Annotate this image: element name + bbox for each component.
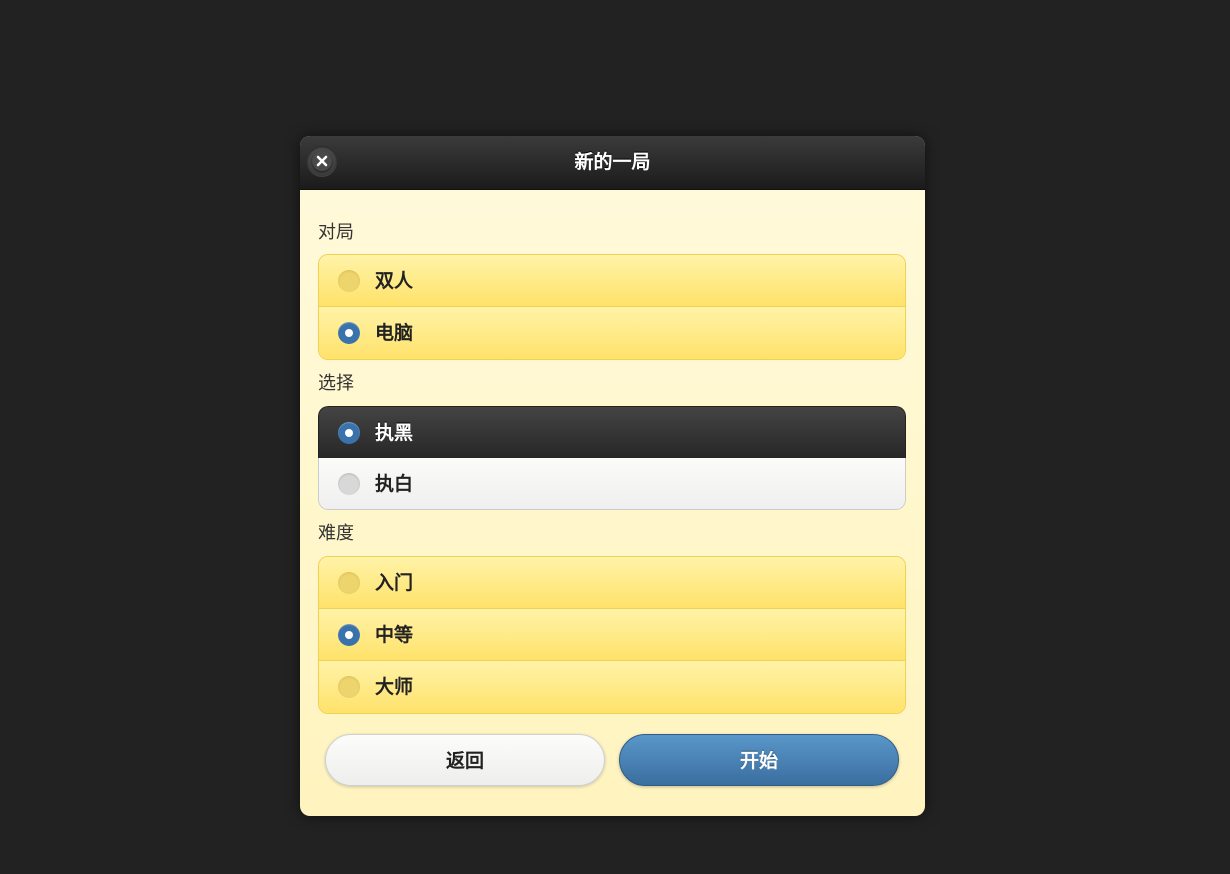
mode-section-label: 对局 bbox=[318, 222, 354, 243]
mode-option-label: 电脑 bbox=[375, 322, 414, 344]
side-option-black[interactable]: 执黑 bbox=[318, 406, 906, 458]
side-option-label: 执黑 bbox=[375, 422, 414, 444]
difficulty-radio-group: 入门 中等 大师 bbox=[318, 556, 906, 714]
radio-unchecked-icon bbox=[338, 473, 360, 495]
radio-unchecked-icon bbox=[338, 270, 360, 292]
mode-option-computer[interactable]: 电脑 bbox=[319, 307, 905, 359]
dialog-header: 新的一局 bbox=[300, 136, 925, 190]
mode-option-two-player[interactable]: 双人 bbox=[319, 255, 905, 307]
difficulty-option-label: 中等 bbox=[375, 624, 414, 646]
difficulty-option-beginner[interactable]: 入门 bbox=[319, 557, 905, 609]
close-button[interactable] bbox=[307, 146, 337, 176]
difficulty-option-label: 大师 bbox=[375, 676, 414, 698]
radio-unchecked-icon bbox=[338, 572, 360, 594]
radio-unchecked-icon bbox=[338, 676, 360, 698]
difficulty-section-label: 难度 bbox=[318, 523, 354, 544]
side-section-label: 选择 bbox=[318, 373, 354, 394]
side-option-white[interactable]: 执白 bbox=[318, 458, 906, 510]
mode-radio-group: 双人 电脑 bbox=[318, 254, 906, 360]
radio-checked-icon bbox=[338, 624, 360, 646]
close-icon bbox=[312, 151, 332, 171]
mode-option-label: 双人 bbox=[375, 270, 414, 292]
difficulty-option-master[interactable]: 大师 bbox=[319, 661, 905, 713]
radio-checked-icon bbox=[338, 322, 360, 344]
start-button[interactable]: 开始 bbox=[619, 734, 899, 786]
dialog-title: 新的一局 bbox=[574, 151, 651, 173]
dialog-content: 对局 双人 电脑 选择 执黑 执白 难度 入门 中等 大师 返回 开始 bbox=[318, 190, 906, 788]
dialog-buttons: 返回 开始 bbox=[318, 734, 906, 788]
difficulty-option-medium[interactable]: 中等 bbox=[319, 609, 905, 661]
radio-checked-icon bbox=[338, 422, 360, 444]
side-option-label: 执白 bbox=[375, 473, 414, 495]
side-radio-group: 执黑 执白 bbox=[318, 406, 906, 510]
back-button[interactable]: 返回 bbox=[325, 734, 605, 786]
new-game-dialog: 新的一局 对局 双人 电脑 选择 执黑 执白 难度 入门 中等 大师 返回 开始 bbox=[300, 136, 925, 816]
difficulty-option-label: 入门 bbox=[375, 572, 414, 594]
